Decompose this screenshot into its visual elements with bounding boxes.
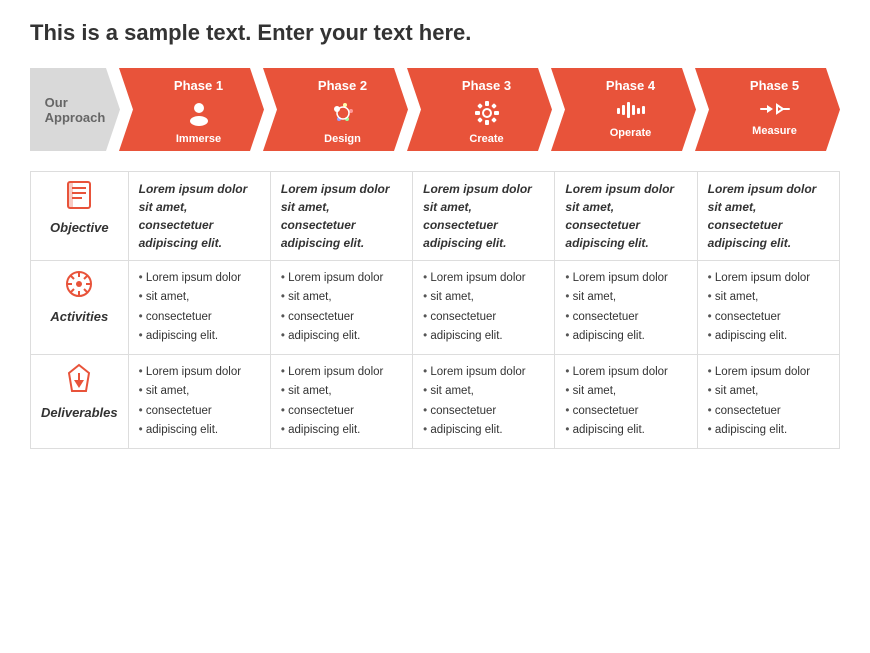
objective-cell-5: Lorem ipsum dolor sit amet, consectetuer… [697, 172, 839, 261]
activities-cell-1: Lorem ipsum dolor sit amet, consectetuer… [128, 261, 270, 355]
deliverables-label: Deliverables [41, 405, 118, 420]
phase-sub-5: Measure [752, 125, 797, 137]
activities-cell-4: Lorem ipsum dolor sit amet, consectetuer… [555, 261, 697, 355]
objective-row-header: Objective [31, 172, 129, 261]
deliverables-cell-2: Lorem ipsum dolor sit amet, consectetuer… [270, 355, 412, 449]
phase-icon-1 [185, 99, 213, 131]
page-title: This is a sample text. Enter your text h… [30, 20, 840, 46]
objective-cell-4: Lorem ipsum dolor sit amet, consectetuer… [555, 172, 697, 261]
phase-name-2: Phase 2 [318, 76, 367, 93]
phase-sub-2: Design [324, 133, 361, 145]
activities-row-header: Activities [31, 261, 129, 355]
objective-label: Objective [50, 220, 109, 235]
activities-cell-2: Lorem ipsum dolor sit amet, consectetuer… [270, 261, 412, 355]
objective-cell-3: Lorem ipsum dolor sit amet, consectetuer… [413, 172, 555, 261]
phase-icon-2 [329, 99, 357, 131]
content-table: Objective Lorem ipsum dolor sit amet, co… [30, 171, 840, 449]
phase-bar: OurApproach Phase 1 Immerse Phase 2 Desi… [30, 68, 840, 151]
deliverables-row: Deliverables Lorem ipsum dolor sit amet,… [31, 355, 840, 449]
deliverables-icon [41, 363, 118, 401]
activities-label: Activities [50, 309, 108, 324]
approach-label: OurApproach [30, 68, 120, 151]
objective-icon [41, 180, 118, 216]
phase-icon-5 [759, 99, 791, 123]
activities-icon [41, 269, 118, 305]
deliverables-cell-4: Lorem ipsum dolor sit amet, consectetuer… [555, 355, 697, 449]
phase-sub-1: Immerse [176, 133, 221, 145]
phase-name-1: Phase 1 [174, 76, 223, 93]
deliverables-cell-5: Lorem ipsum dolor sit amet, consectetuer… [697, 355, 839, 449]
phase-arrow-1: Phase 1 Immerse [119, 68, 264, 151]
phase-icon-3 [473, 99, 501, 131]
phase-arrow-4: Phase 4 Operate [551, 68, 696, 151]
phase-name-3: Phase 3 [462, 76, 511, 93]
activities-row: Activities Lorem ipsum dolor sit amet, c… [31, 261, 840, 355]
activities-cell-5: Lorem ipsum dolor sit amet, consectetuer… [697, 261, 839, 355]
deliverables-cell-1: Lorem ipsum dolor sit amet, consectetuer… [128, 355, 270, 449]
deliverables-cell-3: Lorem ipsum dolor sit amet, consectetuer… [413, 355, 555, 449]
objective-row: Objective Lorem ipsum dolor sit amet, co… [31, 172, 840, 261]
deliverables-row-header: Deliverables [31, 355, 129, 449]
phase-arrow-3: Phase 3 Create [407, 68, 552, 151]
phase-sub-4: Operate [610, 127, 652, 139]
phase-name-5: Phase 5 [750, 76, 799, 93]
objective-cell-2: Lorem ipsum dolor sit amet, consectetuer… [270, 172, 412, 261]
phase-icon-4 [616, 99, 646, 125]
activities-cell-3: Lorem ipsum dolor sit amet, consectetuer… [413, 261, 555, 355]
phase-arrow-2: Phase 2 Design [263, 68, 408, 151]
phase-name-4: Phase 4 [606, 76, 655, 93]
objective-cell-1: Lorem ipsum dolor sit amet, consectetuer… [128, 172, 270, 261]
phase-sub-3: Create [469, 133, 503, 145]
phase-arrow-5: Phase 5 Measure [695, 68, 840, 151]
